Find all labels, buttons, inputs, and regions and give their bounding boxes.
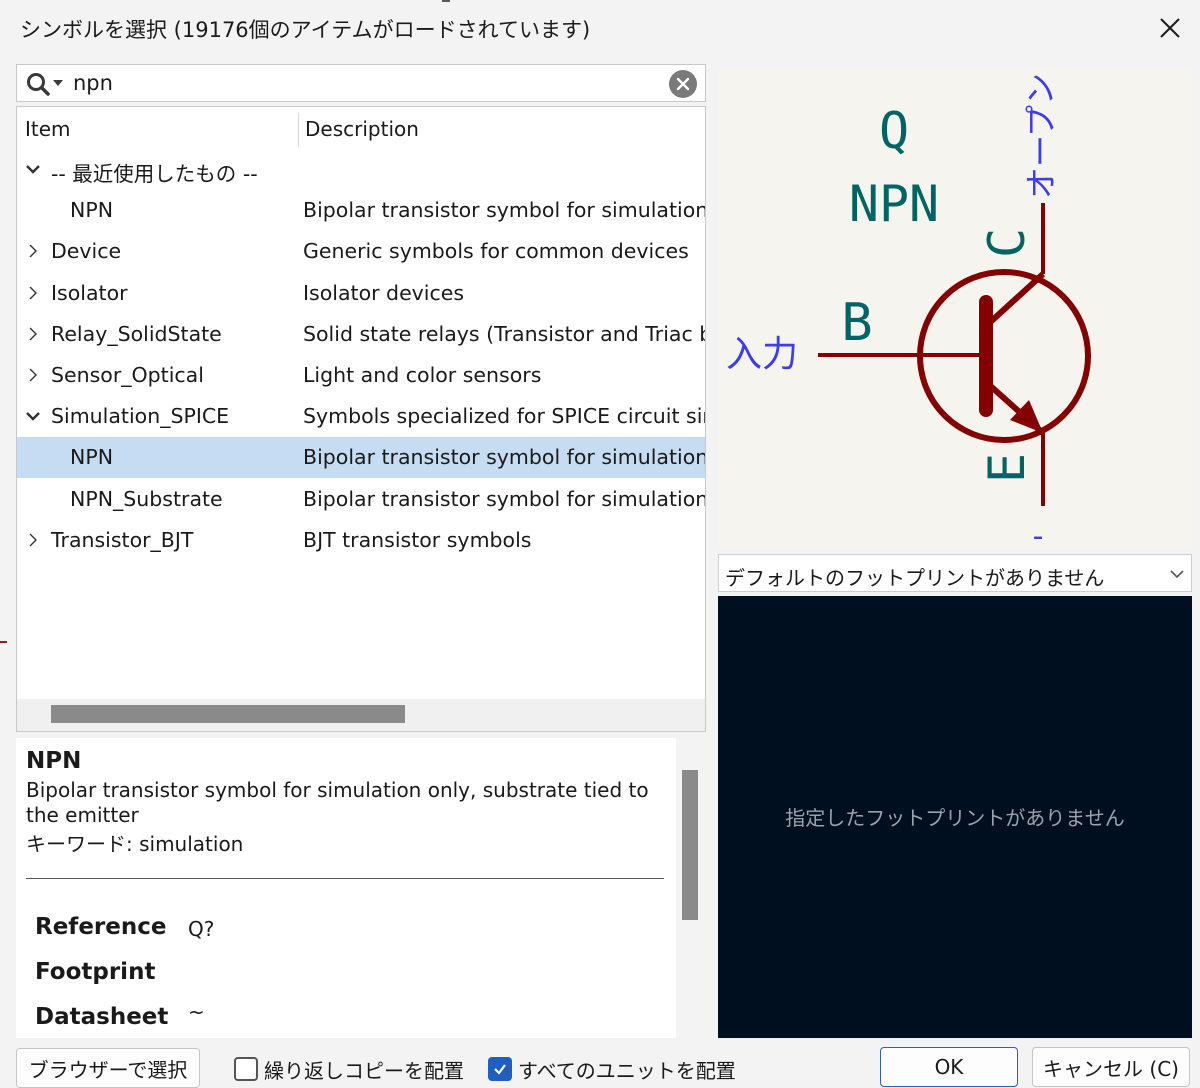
details-divider: [26, 878, 664, 879]
title-bar: シンボルを選択 (19176個のアイテムがロードされています): [0, 0, 1200, 56]
tree-category-row[interactable]: Transistor_BJT BJT transistor symbols: [17, 520, 705, 561]
field-label-footprint: Footprint: [35, 959, 156, 985]
chevron-right-icon[interactable]: [24, 325, 42, 343]
field-label-datasheet: Datasheet: [35, 1004, 169, 1030]
tree-category-row[interactable]: -- 最近使用したもの --: [17, 149, 705, 190]
pin-label-b: B: [841, 293, 872, 353]
symbol-value: NPN: [849, 175, 939, 233]
tree-row-description: Isolator devices: [303, 280, 465, 305]
tree-row-description: BJT transistor symbols: [303, 527, 532, 552]
background-artifact: [442, 0, 450, 2]
pin-type-collector: オープン: [1022, 73, 1060, 199]
tree-header: Item Description: [17, 107, 705, 149]
tree-row-name: Relay_SolidState: [51, 321, 222, 346]
tree-row-name: Isolator: [51, 280, 128, 305]
chevron-right-icon[interactable]: [24, 284, 42, 302]
chevron-down-icon[interactable]: [24, 407, 42, 425]
details-keywords: キーワード: simulation: [26, 832, 244, 856]
footprint-select[interactable]: デフォルトのフットプリントがありません: [718, 554, 1192, 592]
search-input[interactable]: [73, 69, 663, 97]
field-value-reference: Q?: [188, 917, 215, 941]
search-icon[interactable]: [25, 71, 71, 97]
symbol-preview: Q NPN B C E 入力 オープン -: [718, 68, 1192, 548]
field-value-datasheet: ~: [188, 1000, 205, 1024]
footprint-preview: 指定したフットプリントがありません: [718, 596, 1192, 1038]
repeat-copy-checkbox[interactable]: 繰り返しコピーを配置: [234, 1055, 464, 1083]
repeat-copy-label: 繰り返しコピーを配置: [264, 1058, 464, 1083]
chevron-down-icon[interactable]: [24, 160, 42, 178]
tree-row-name: -- 最近使用したもの --: [51, 162, 258, 186]
tree-symbol-row[interactable]: NPN Bipolar transistor symbol for simulat…: [17, 437, 705, 479]
clear-search-button[interactable]: [669, 70, 697, 98]
details-symbol-name: NPN: [26, 748, 82, 774]
tree-category-row[interactable]: Sensor_Optical Light and color sensors: [17, 355, 705, 396]
pin-type-emitter: -: [1033, 519, 1044, 548]
search-box[interactable]: [16, 64, 706, 102]
tree-category-row[interactable]: Device Generic symbols for common devices: [17, 231, 705, 272]
scrollbar-thumb[interactable]: [51, 705, 405, 723]
footprint-select-value: デフォルトのフットプリントがありません: [725, 566, 1105, 590]
all-units-checkbox[interactable]: すべてのユニットを配置: [488, 1055, 736, 1083]
cancel-button[interactable]: キャンセル (C): [1032, 1047, 1190, 1087]
tree-row-description: Bipolar transistor symbol for simulation…: [303, 445, 705, 470]
chevron-right-icon[interactable]: [24, 531, 42, 549]
tree-row-name: Sensor_Optical: [51, 363, 204, 387]
checkbox-checked-icon: [488, 1057, 512, 1081]
footprint-empty-message: 指定したフットプリントがありません: [785, 806, 1125, 830]
tree-row-description: Solid state relays (Transistor and Triac…: [303, 321, 705, 346]
tree-row-description: Symbols specialized for SPICE circuit si…: [303, 404, 705, 429]
symbol-details-panel: NPN Bipolar transistor symbol for simula…: [16, 738, 676, 1038]
tree-row-description: Bipolar transistor symbol for simulation…: [303, 198, 705, 223]
tree-row-name: NPN_Substrate: [70, 486, 223, 511]
pin-type-base: 入力: [726, 334, 798, 375]
column-header-description[interactable]: Description: [305, 117, 419, 141]
all-units-label: すべてのユニットを配置: [518, 1058, 736, 1083]
background-artifact: [0, 641, 7, 643]
browse-button[interactable]: ブラウザーで選択: [16, 1048, 200, 1088]
tree-row-name: NPN: [70, 198, 114, 223]
chevron-down-icon: [1170, 570, 1184, 579]
tree-symbol-row[interactable]: NPN Bipolar transistor symbol for simulat…: [17, 190, 705, 231]
chevron-right-icon[interactable]: [24, 366, 42, 384]
symbol-tree[interactable]: Item Description -- 最近使用したもの -- NPN Bipola…: [16, 106, 706, 732]
tree-row-name: NPN: [70, 445, 114, 470]
chevron-right-icon[interactable]: [24, 242, 42, 260]
tree-row-description: Light and color sensors: [303, 363, 542, 387]
tree-category-row[interactable]: Isolator Isolator devices: [17, 273, 705, 314]
tree-row-description: Bipolar transistor symbol for simulation…: [303, 486, 705, 511]
tree-symbol-row[interactable]: NPN_Substrate Bipolar transistor symbol f…: [17, 479, 705, 520]
checkbox-unchecked-icon: [234, 1057, 258, 1081]
tree-row-name: Device: [51, 239, 122, 264]
collector-lead: [983, 271, 1046, 329]
horizontal-scrollbar[interactable]: [17, 699, 705, 731]
column-divider[interactable]: [298, 113, 299, 147]
column-header-item[interactable]: Item: [25, 117, 71, 141]
close-button[interactable]: [1146, 8, 1194, 48]
tree-row-description: Generic symbols for common devices: [303, 239, 689, 264]
tree-category-row[interactable]: Relay_SolidState Solid state relays (Tran…: [17, 314, 705, 355]
tree-row-name: Simulation_SPICE: [51, 404, 230, 429]
check-icon: [494, 1064, 506, 1075]
details-description: Bipolar transistor symbol for simulation…: [26, 778, 649, 827]
window-title: シンボルを選択 (19176個のアイテムがロードされています): [20, 18, 591, 42]
tree-row-name: Transistor_BJT: [51, 527, 194, 552]
ok-button[interactable]: OK: [880, 1047, 1018, 1087]
details-vertical-scrollbar[interactable]: [682, 770, 698, 920]
pin-label-c: C: [978, 228, 1036, 258]
clear-icon: [676, 77, 690, 91]
pin-label-e: E: [978, 453, 1036, 483]
npn-transistor-symbol: Q NPN B C E 入力 オープン -: [726, 73, 1091, 548]
tree-category-row[interactable]: Simulation_SPICE Symbols specialized for …: [17, 396, 705, 437]
symbol-reference: Q: [879, 102, 909, 160]
field-label-reference: Reference: [35, 914, 167, 940]
close-icon: [1160, 18, 1180, 38]
